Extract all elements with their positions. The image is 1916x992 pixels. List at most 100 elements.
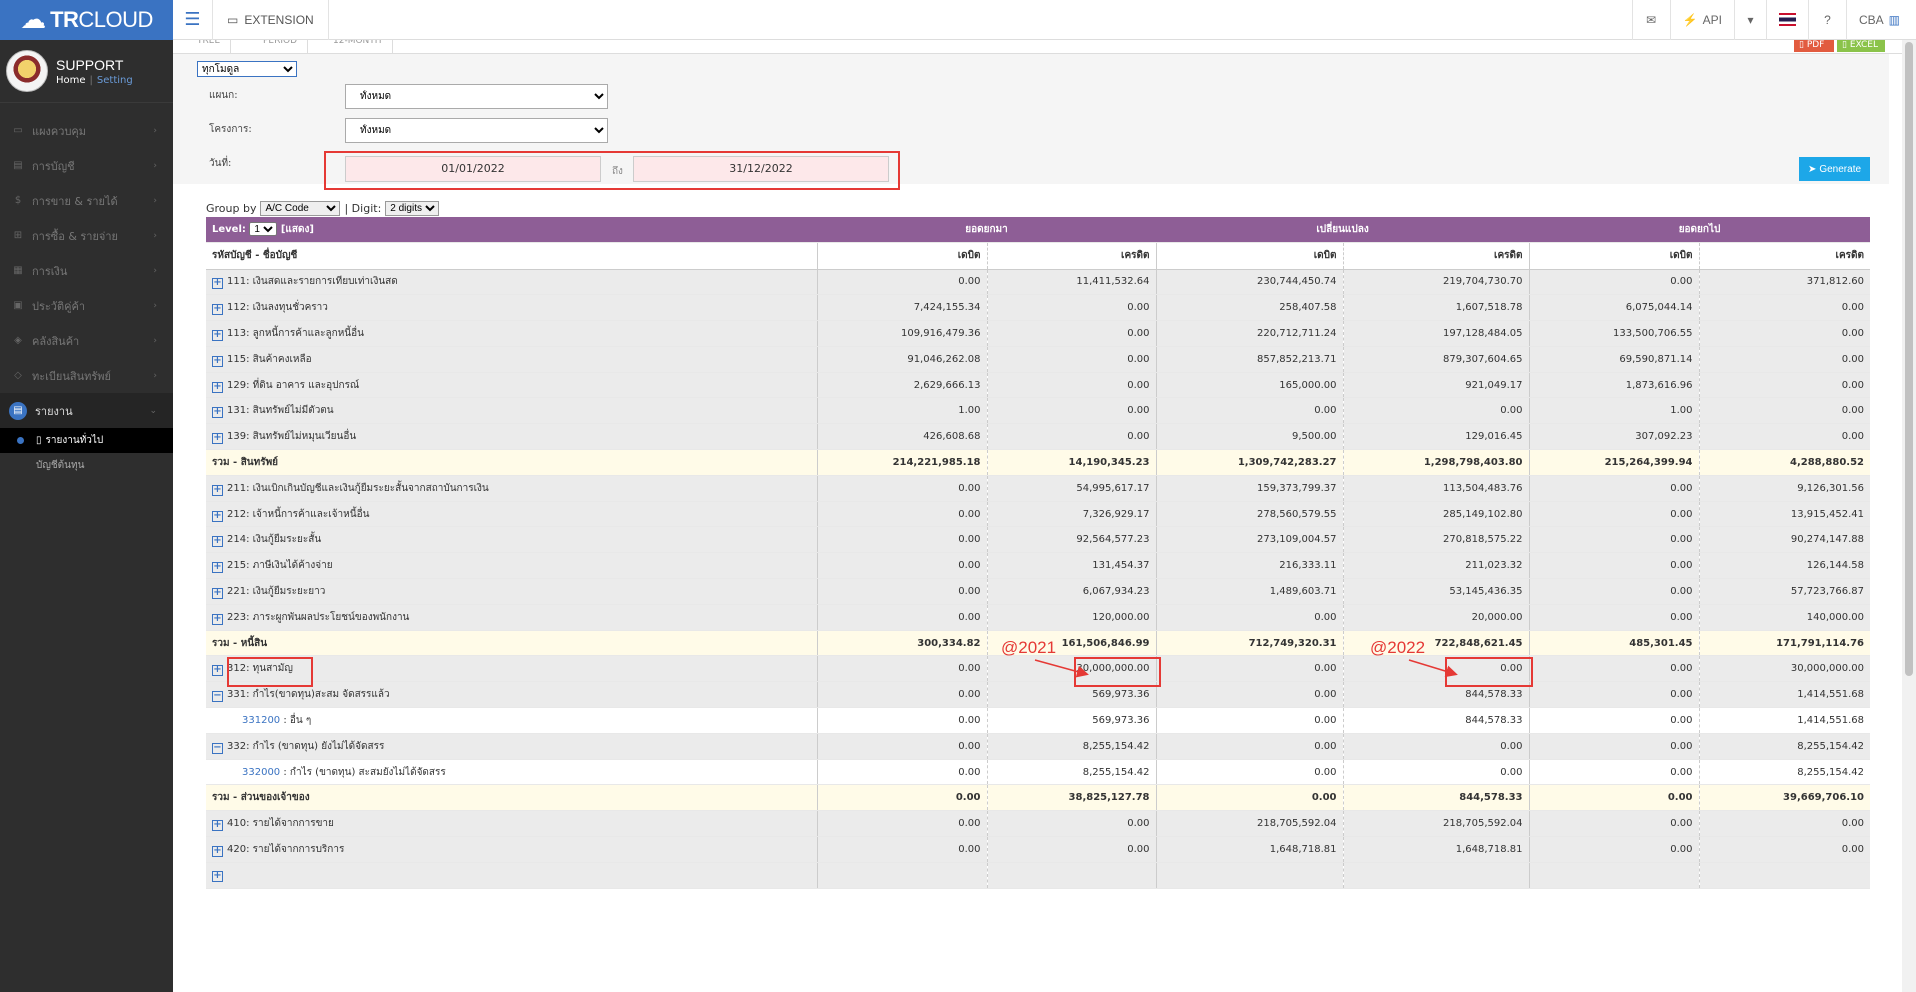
expand-icon[interactable]: + (212, 613, 223, 625)
home-link[interactable]: Home (56, 75, 86, 86)
credit-cell: 6,067,934.23 (986, 578, 1157, 605)
credit-cell: 0.00 (1698, 294, 1871, 322)
debit-cell: 0.00 (816, 604, 987, 631)
sidebar-item-contacts[interactable]: ▣ ประวัติคู่ค้า › (0, 288, 173, 323)
sidebar-item-finance[interactable]: ▦ การเงิน › (0, 253, 173, 288)
language-flag-button[interactable] (1765, 0, 1808, 40)
expand-icon[interactable]: + (212, 510, 223, 522)
credit-cell: 120,000.00 (986, 604, 1157, 631)
group-by-select[interactable]: A/C Code (260, 201, 341, 216)
expand-icon[interactable]: + (212, 278, 223, 290)
expand-icon[interactable]: + (212, 381, 223, 393)
avatar[interactable] (6, 50, 48, 92)
expand-icon[interactable]: + (212, 536, 223, 548)
date-to-input[interactable]: 31/12/2022 (633, 156, 889, 182)
account-name-cell: +211: เงินเบิกเกินบัญชีและเงินกู้ยืมระยะ… (206, 475, 817, 502)
credit-cell: 219,704,730.70 (1342, 269, 1530, 296)
debit-cell: 215,264,399.94 (1528, 449, 1700, 476)
sidebar-item-accounting[interactable]: ▤ การบัญชี › (0, 148, 173, 183)
api-button[interactable]: ⚡ API (1669, 0, 1734, 40)
account-name-cell: +112: เงินลงทุนชั่วคราว (206, 294, 817, 322)
account-row: +131: สินทรัพย์ไม่มีตัวตน 1.00 0.00 0.00 0.0… (206, 397, 1871, 425)
sidebar-item-purchase[interactable]: ⊞ การซื้อ & รายจ่าย › (0, 218, 173, 253)
account-name-cell: +223: ภาระผูกพันผลประโยชน์ของพนักงาน (206, 604, 817, 631)
setting-link[interactable]: Setting (97, 75, 133, 86)
department-select[interactable]: ทั้งหมด (345, 84, 608, 109)
credit-cell: 1,648,718.81 (1342, 836, 1530, 863)
caret-down-icon[interactable]: ▾ (1733, 0, 1766, 40)
expand-icon[interactable]: + (212, 845, 223, 857)
scrollbar-thumb[interactable] (1905, 42, 1913, 676)
hamburger-menu-icon[interactable]: ☰ (173, 0, 213, 40)
collapse-icon[interactable]: − (212, 742, 223, 754)
credit-cell: 0.00 (986, 810, 1157, 838)
expand-icon[interactable]: + (212, 355, 223, 367)
debit-cell: 0.00 (1155, 784, 1344, 812)
expand-icon[interactable]: + (212, 433, 223, 445)
expand-icon[interactable]: + (212, 587, 223, 599)
debit-cell: 0.00 (1528, 604, 1700, 631)
brand-logo[interactable]: ☁ TRCLOUD (0, 0, 173, 40)
account-name: 115: สินค้าคงเหลือ (227, 353, 312, 365)
credit-cell: 0.00 (1698, 372, 1871, 399)
account-code-link[interactable]: 332000 (242, 767, 280, 778)
debit-cell: 0.00 (1528, 836, 1700, 863)
chevron-right-icon: › (153, 160, 157, 171)
level-select[interactable]: 1 (249, 221, 278, 236)
account-row: +115: สินค้าคงเหลือ 91,046,262.08 0.00 857,… (206, 346, 1871, 373)
expand-icon[interactable]: + (212, 407, 223, 419)
credit-cell: 844,578.33 (1342, 707, 1530, 734)
mail-icon[interactable]: ✉ (1631, 0, 1670, 40)
sidebar-item-sales[interactable]: $ การขาย & รายได้ › (0, 183, 173, 218)
tab-tree[interactable]: TREE (187, 40, 232, 53)
digit-select[interactable]: 2 digits (385, 201, 440, 216)
account-name: 112: เงินลงทุนชั่วคราว (227, 302, 328, 314)
debit-cell: 0.00 (816, 681, 987, 709)
module-select[interactable]: ทุกโมดูล (197, 61, 297, 77)
sidebar-item-dashboard[interactable]: ▭ แผงควบคุม › (0, 113, 173, 148)
expand-icon[interactable]: + (212, 484, 223, 496)
expand-icon[interactable]: + (212, 820, 223, 832)
expand-icon[interactable]: + (212, 665, 223, 677)
sidebar-item-assets[interactable]: ◇ ทะเบียนสินทรัพย์ › (0, 358, 173, 393)
tab-12-month[interactable]: 12-MONTH (323, 40, 393, 53)
account-name: 214: เงินกู้ยืมระยะสั้น (227, 534, 322, 546)
sidebar-item-inventory[interactable]: ◈ คลังสินค้า › (0, 323, 173, 358)
pdf-button[interactable]: ▯ PDF (1794, 40, 1834, 52)
sidebar-subitem-general-report[interactable]: ▯ รายงานทั่วไป (0, 428, 173, 453)
date-from-input[interactable]: 01/01/2022 (345, 156, 601, 182)
help-icon[interactable]: ? (1807, 0, 1846, 40)
expand-icon[interactable]: + (212, 329, 223, 341)
page-scrollbar[interactable] (1902, 40, 1916, 992)
credit-cell: 218,705,592.04 (1342, 810, 1530, 838)
expand-icon[interactable]: + (212, 562, 223, 574)
excel-button[interactable]: ▯ EXCEL (1837, 40, 1885, 52)
credit-cell: 126,144.58 (1698, 552, 1871, 580)
show-link[interactable]: [แสดง] (281, 224, 314, 235)
tab-period[interactable]: PERIOD (253, 40, 309, 53)
expand-icon[interactable]: + (212, 304, 223, 316)
sidebar-subitem-cost-accounting[interactable]: บัญชีต้นทุน (0, 453, 173, 478)
collapse-icon[interactable]: − (212, 691, 223, 703)
account-name: 113: ลูกหนี้การค้าและลูกหนี้อื่น (227, 327, 364, 339)
account-code-link[interactable]: 331200 (242, 715, 280, 726)
debit-cell: 0.00 (1528, 501, 1700, 528)
credit-cell: 0.00 (1342, 397, 1530, 425)
debit-cell: 0.00 (1528, 552, 1700, 580)
credit-cell: 371,812.60 (1698, 269, 1871, 296)
project-select[interactable]: ทั้งหมด (345, 118, 608, 143)
credit-cell: 92,564,577.23 (986, 526, 1157, 554)
company-button[interactable]: CBA ▥ (1845, 0, 1916, 40)
cart-icon: ⊞ (13, 230, 23, 241)
generate-button[interactable]: ➤ Generate (1799, 157, 1870, 181)
sidebar-item-reports[interactable]: ▤ รายงาน ⌄ (0, 393, 173, 428)
debit-cell: 0.00 (816, 810, 987, 838)
credit-cell: 9,126,301.56 (1698, 475, 1871, 502)
debit-cell: 0.00 (1528, 733, 1700, 760)
account-name-cell: 331200 : อื่น ๆ (206, 707, 817, 734)
extension-button[interactable]: ▭ EXTENSION (213, 0, 329, 40)
debit-cell: 6,075,044.14 (1528, 294, 1700, 322)
department-label: แผนก: (209, 90, 238, 101)
detail-row: 332000 : กำไร (ขาดทุน) สะสมยังไม่ได้จัดส… (206, 759, 1871, 786)
expand-icon[interactable]: + (212, 870, 223, 882)
